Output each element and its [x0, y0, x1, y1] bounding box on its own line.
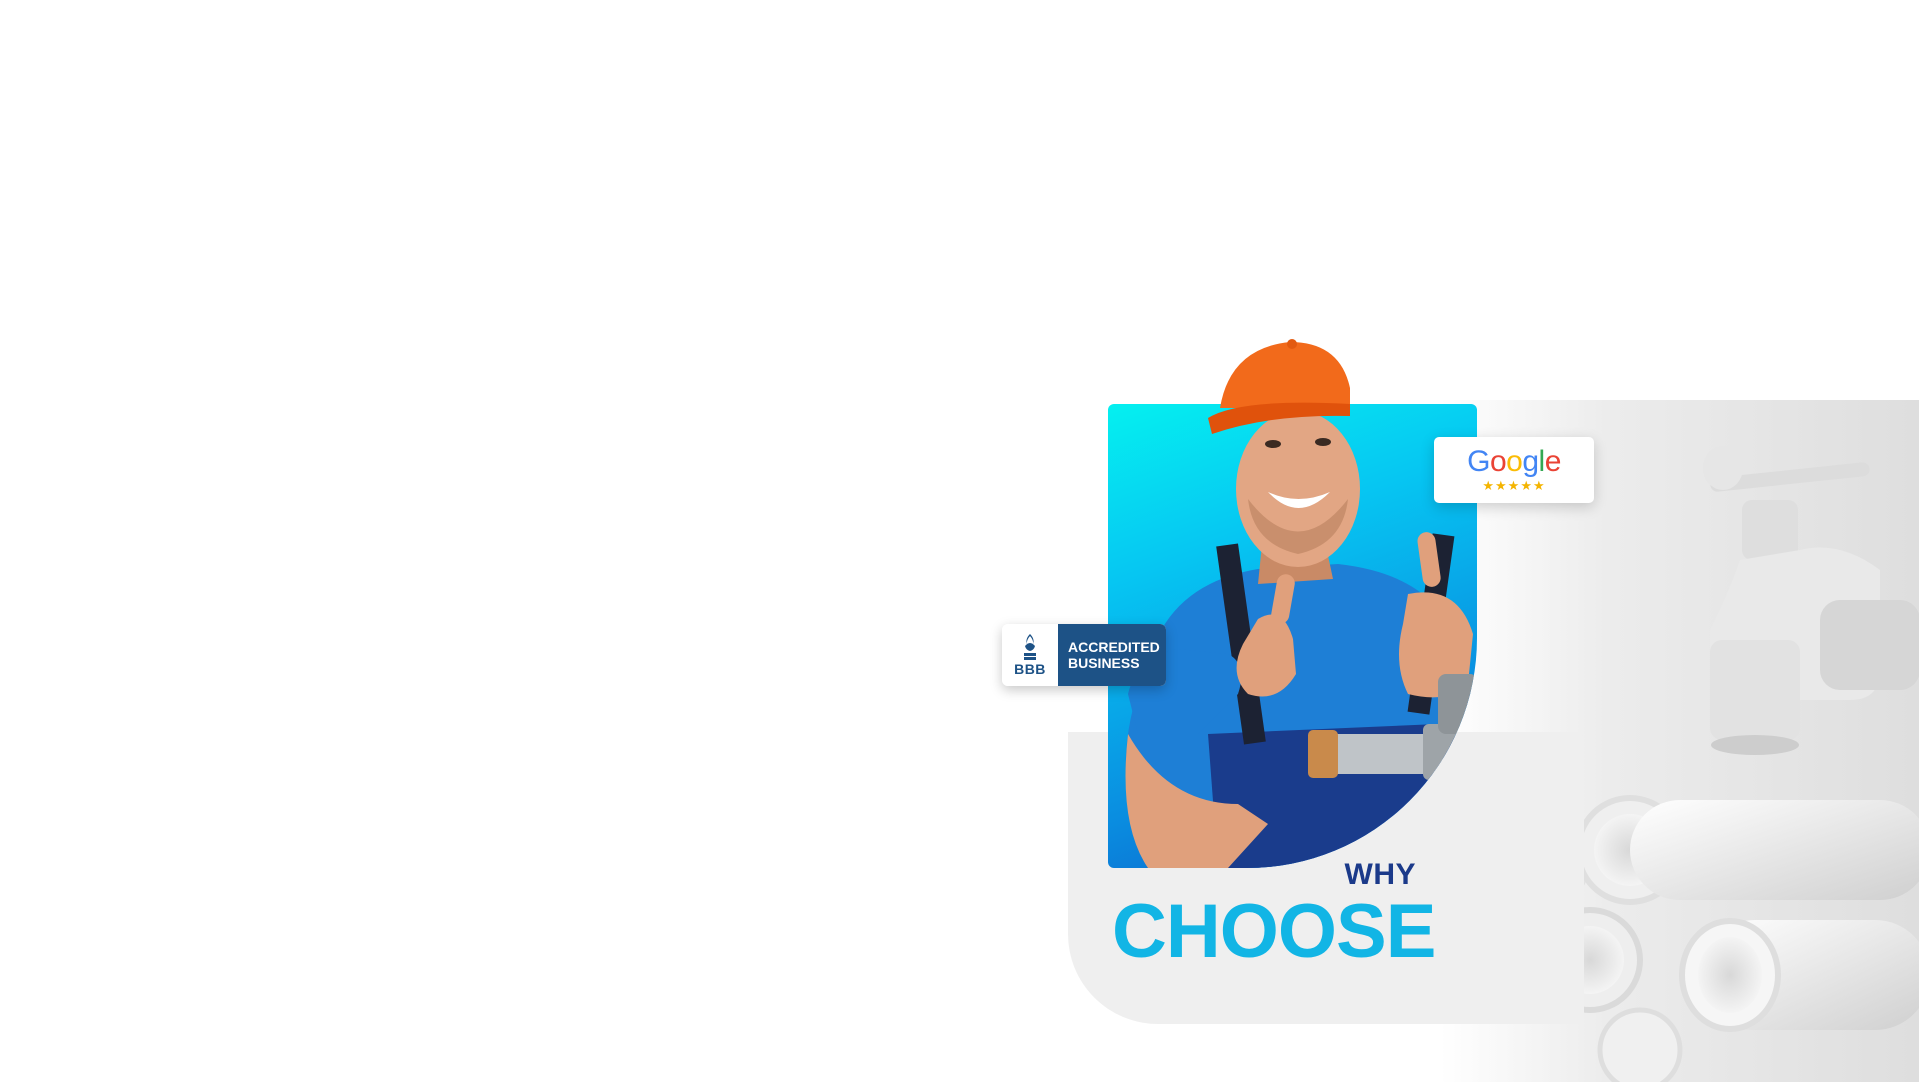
google-letter: g	[1522, 445, 1539, 478]
bbb-accredited-badge: BBB ACCREDITED BUSINESS	[1002, 624, 1166, 686]
star-rating-icon: ★★★★★	[1482, 478, 1546, 493]
bbb-line2: BUSINESS	[1068, 655, 1140, 671]
google-letter: e	[1544, 445, 1562, 478]
google-rating-badge: Google ★★★★★	[1434, 437, 1594, 503]
heading-why: WHY	[1344, 858, 1416, 891]
bbb-logo: BBB	[1002, 624, 1058, 686]
bbb-torch-icon	[1024, 634, 1036, 660]
cap-overflow	[1200, 338, 1360, 438]
heading-choose: CHOOSE	[1112, 889, 1436, 974]
hero-section: BBB ACCREDITED BUSINESS Google ★★★★★ WHY…	[0, 0, 1919, 1082]
google-letter: o	[1489, 445, 1507, 478]
bbb-accreditation-text: ACCREDITED BUSINESS	[1058, 624, 1166, 686]
google-logo: Google	[1467, 447, 1561, 477]
bbb-line1: ACCREDITED	[1068, 639, 1160, 655]
google-letter: G	[1467, 445, 1490, 478]
bbb-logo-text: BBB	[1014, 661, 1046, 677]
faucet-shape	[1703, 446, 1919, 755]
google-letter: o	[1506, 445, 1523, 478]
